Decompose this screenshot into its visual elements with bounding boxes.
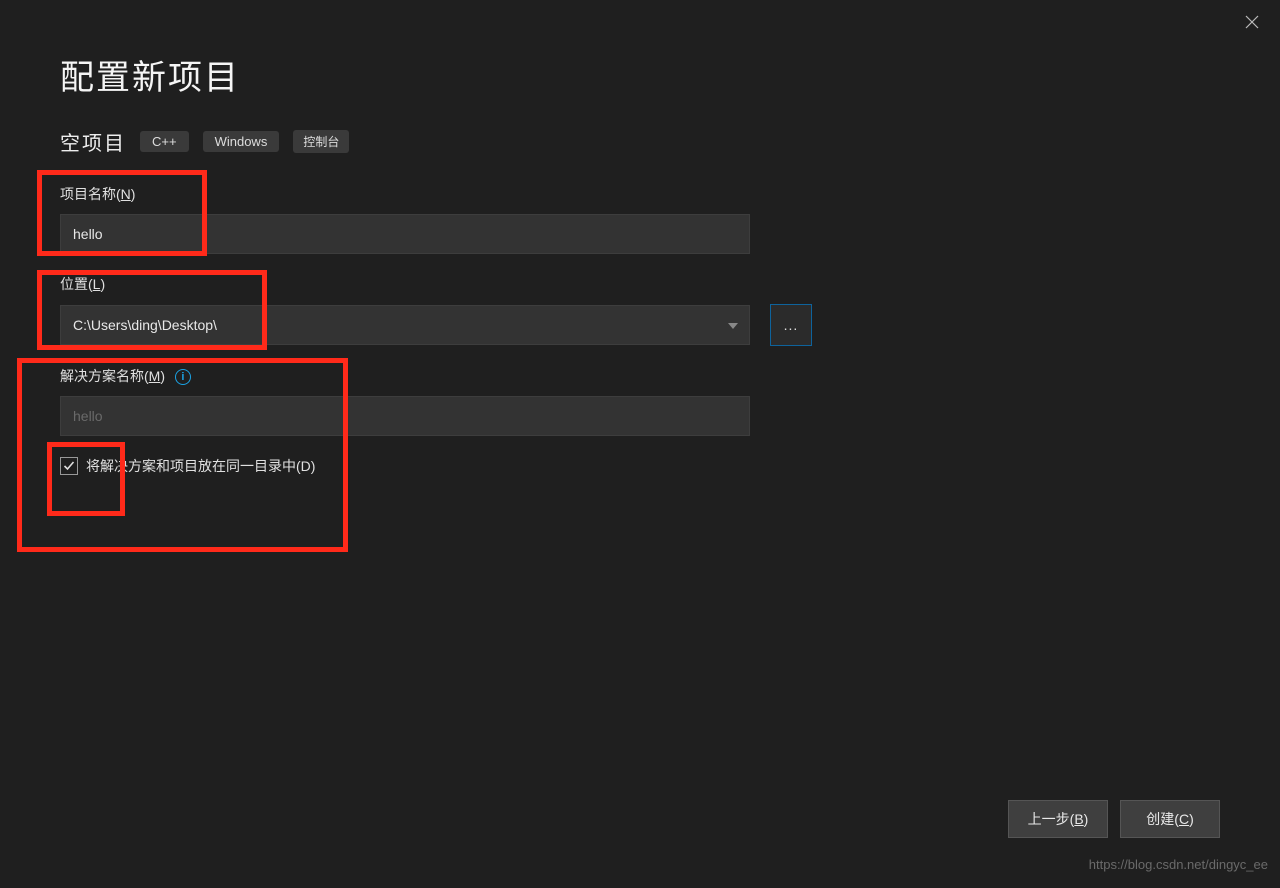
label-text: 解决方案名称( — [60, 368, 149, 384]
label-hotkey: C — [1179, 811, 1189, 827]
label-text: ) — [1189, 811, 1194, 827]
solution-name-group: 解决方案名称(M) i — [60, 366, 1220, 436]
location-group: 位置(L) ... — [60, 274, 1220, 346]
project-template-name: 空项目 — [60, 127, 126, 156]
solution-name-input — [60, 396, 750, 436]
close-button[interactable] — [1242, 12, 1262, 32]
label-hotkey: N — [121, 186, 131, 202]
location-label: 位置(L) — [60, 274, 1220, 294]
project-name-label: 项目名称(N) — [60, 184, 1220, 204]
location-select-wrap — [60, 305, 750, 345]
check-icon — [63, 460, 75, 472]
label-text: ) — [1084, 811, 1089, 827]
browse-button[interactable]: ... — [770, 304, 812, 346]
tag-language: C++ — [140, 131, 189, 152]
label-text: 上一步( — [1028, 811, 1075, 827]
close-icon — [1245, 15, 1259, 29]
location-row: ... — [60, 304, 1220, 346]
label-hotkey: B — [1074, 811, 1083, 827]
label-text: ) — [311, 458, 316, 474]
location-input[interactable] — [60, 305, 750, 345]
project-name-input[interactable] — [60, 214, 750, 254]
label-text: 项目名称( — [60, 186, 121, 202]
dialog-footer: 上一步(B) 创建(C) — [1008, 800, 1220, 838]
tag-platform: Windows — [203, 131, 280, 152]
label-hotkey: D — [301, 458, 311, 474]
solution-name-label: 解决方案名称(M) i — [60, 366, 1220, 386]
label-text: ) — [100, 276, 105, 292]
same-directory-row: 将解决方案和项目放在同一目录中(D) — [60, 456, 1220, 476]
same-directory-label: 将解决方案和项目放在同一目录中(D) — [86, 456, 315, 476]
dialog-content: 配置新项目 空项目 C++ Windows 控制台 项目名称(N) 位置(L) … — [0, 0, 1280, 476]
info-icon[interactable]: i — [175, 369, 191, 385]
same-directory-checkbox[interactable] — [60, 457, 78, 475]
label-hotkey: M — [149, 368, 161, 384]
create-button[interactable]: 创建(C) — [1120, 800, 1220, 838]
label-text: ) — [131, 186, 136, 202]
label-text: 将解决方案和项目放在同一目录中( — [86, 458, 301, 474]
tag-type: 控制台 — [293, 130, 349, 153]
project-name-group: 项目名称(N) — [60, 184, 1220, 254]
back-button[interactable]: 上一步(B) — [1008, 800, 1108, 838]
label-text: 位置( — [60, 276, 93, 292]
label-text: ) — [160, 368, 165, 384]
watermark: https://blog.csdn.net/dingyc_ee — [1089, 857, 1268, 872]
label-text: 创建( — [1146, 811, 1179, 827]
page-title: 配置新项目 — [60, 50, 1220, 99]
subtitle-row: 空项目 C++ Windows 控制台 — [60, 127, 1220, 156]
